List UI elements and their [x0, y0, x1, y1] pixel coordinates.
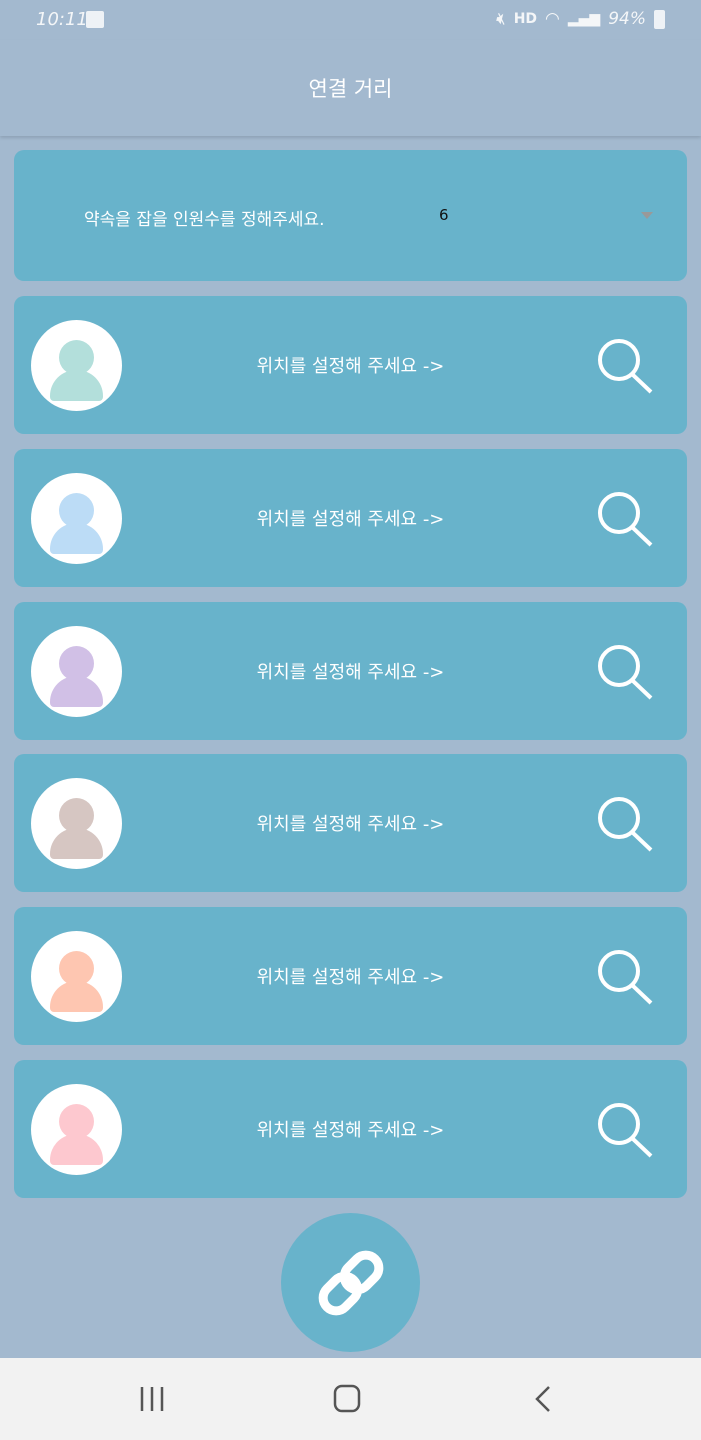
count-label: 약속을 잡을 인원수를 정해주세요. — [84, 210, 325, 230]
gallery-notification-icon — [86, 11, 104, 28]
search-icon[interactable] — [595, 644, 655, 704]
recent-apps-icon[interactable] — [132, 1384, 172, 1414]
count-value[interactable]: 6 — [439, 206, 449, 224]
search-icon[interactable] — [595, 1102, 655, 1162]
search-icon[interactable] — [595, 949, 655, 1009]
location-row[interactable]: 위치를 설정해 주세요 -> — [14, 1060, 687, 1198]
system-nav-bar — [0, 1358, 701, 1440]
search-icon[interactable] — [595, 338, 655, 398]
wifi-icon: ◠ — [545, 9, 560, 29]
home-icon[interactable] — [327, 1384, 367, 1414]
mute-icon: 🔇︎ — [494, 9, 506, 29]
status-bar: 10:11 🔇︎ HD ◠ ▂▄▆ 94% — [0, 0, 701, 40]
link-button[interactable] — [281, 1213, 420, 1352]
set-location-text[interactable]: 위치를 설정해 주세요 -> — [14, 352, 687, 378]
participant-count-select[interactable]: 약속을 잡을 인원수를 정해주세요. 6 — [14, 150, 687, 281]
set-location-text[interactable]: 위치를 설정해 주세요 -> — [14, 963, 687, 989]
set-location-text[interactable]: 위치를 설정해 주세요 -> — [14, 810, 687, 836]
signal-icon: ▂▄▆ — [567, 11, 601, 27]
location-row[interactable]: 위치를 설정해 주세요 -> — [14, 754, 687, 893]
hd-voice-icon: HD — [513, 11, 538, 27]
back-icon[interactable] — [523, 1384, 563, 1414]
link-icon — [318, 1250, 383, 1315]
location-row[interactable]: 위치를 설정해 주세요 -> — [14, 296, 687, 434]
location-row[interactable]: 위치를 설정해 주세요 -> — [14, 907, 687, 1046]
search-icon[interactable] — [595, 491, 655, 551]
app-bar: 연결 거리 — [0, 40, 701, 136]
dropdown-caret-icon[interactable] — [641, 212, 653, 219]
set-location-text[interactable]: 위치를 설정해 주세요 -> — [14, 1116, 687, 1142]
battery-percent: 94% — [608, 9, 646, 29]
location-row[interactable]: 위치를 설정해 주세요 -> — [14, 601, 687, 740]
battery-icon — [654, 9, 665, 29]
set-location-text[interactable]: 위치를 설정해 주세요 -> — [14, 505, 687, 531]
set-location-text[interactable]: 위치를 설정해 주세요 -> — [14, 658, 687, 684]
location-row[interactable]: 위치를 설정해 주세요 -> — [14, 448, 687, 587]
search-icon[interactable] — [595, 796, 655, 856]
status-time: 10:11 — [36, 9, 88, 30]
page-title: 연결 거리 — [308, 77, 393, 101]
